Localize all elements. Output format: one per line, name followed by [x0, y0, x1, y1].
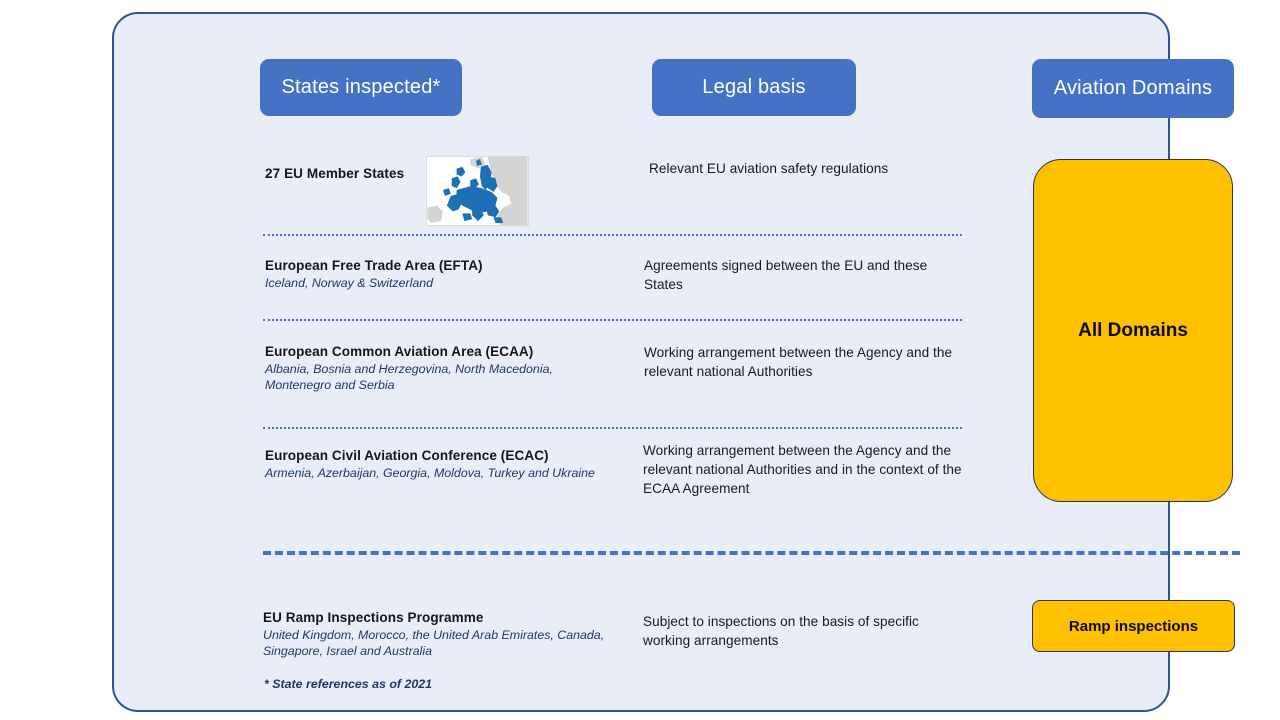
eu-member-states-map-icon [426, 156, 529, 226]
state-subtitle: Armenia, Azerbaijan, Georgia, Moldova, T… [265, 466, 595, 480]
legal-basis-ramp: Subject to inspections on the basis of s… [643, 614, 919, 648]
ramp-inspections-box[interactable]: Ramp inspections [1032, 600, 1235, 652]
row-divider-2 [263, 319, 962, 321]
state-row-ecaa: European Common Aviation Area (ECAA) Alb… [265, 344, 615, 393]
row-divider-1 [263, 234, 962, 236]
state-row-ramp-programme: EU Ramp Inspections Programme United Kin… [263, 610, 663, 659]
header-states-inspected[interactable]: States inspected* [260, 59, 462, 116]
state-title: EU Ramp Inspections Programme [263, 610, 484, 625]
state-title: European Common Aviation Area (ECAA) [265, 344, 534, 359]
legal-basis-eu: Relevant EU aviation safety regulations [649, 161, 889, 176]
state-row-efta: European Free Trade Area (EFTA) Iceland,… [265, 258, 615, 292]
state-subtitle: Albania, Bosnia and Herzegovina, North M… [265, 362, 553, 392]
header-legal-basis[interactable]: Legal basis [652, 59, 856, 116]
diagram-panel: States inspected* Legal basis Aviation D… [112, 12, 1240, 712]
state-subtitle: Iceland, Norway & Switzerland [265, 276, 434, 290]
header-aviation-domains[interactable]: Aviation Domains [1032, 59, 1234, 118]
state-title: European Civil Aviation Conference (ECAC… [265, 448, 549, 463]
all-domains-box[interactable]: All Domains [1033, 159, 1233, 502]
footnote: * State references as of 2021 [264, 677, 433, 691]
state-row-ecac: European Civil Aviation Conference (ECAC… [265, 448, 665, 482]
legal-basis-ecaa: Working arrangement between the Agency a… [644, 345, 953, 379]
state-subtitle: United Kingdom, Morocco, the United Arab… [263, 628, 605, 658]
state-title: European Free Trade Area (EFTA) [265, 258, 483, 273]
section-divider-dashed [263, 551, 1240, 555]
legal-basis-efta: Agreements signed between the EU and the… [644, 258, 928, 292]
row-divider-3 [263, 427, 962, 429]
legal-basis-ecac: Working arrangement between the Agency a… [643, 443, 962, 496]
